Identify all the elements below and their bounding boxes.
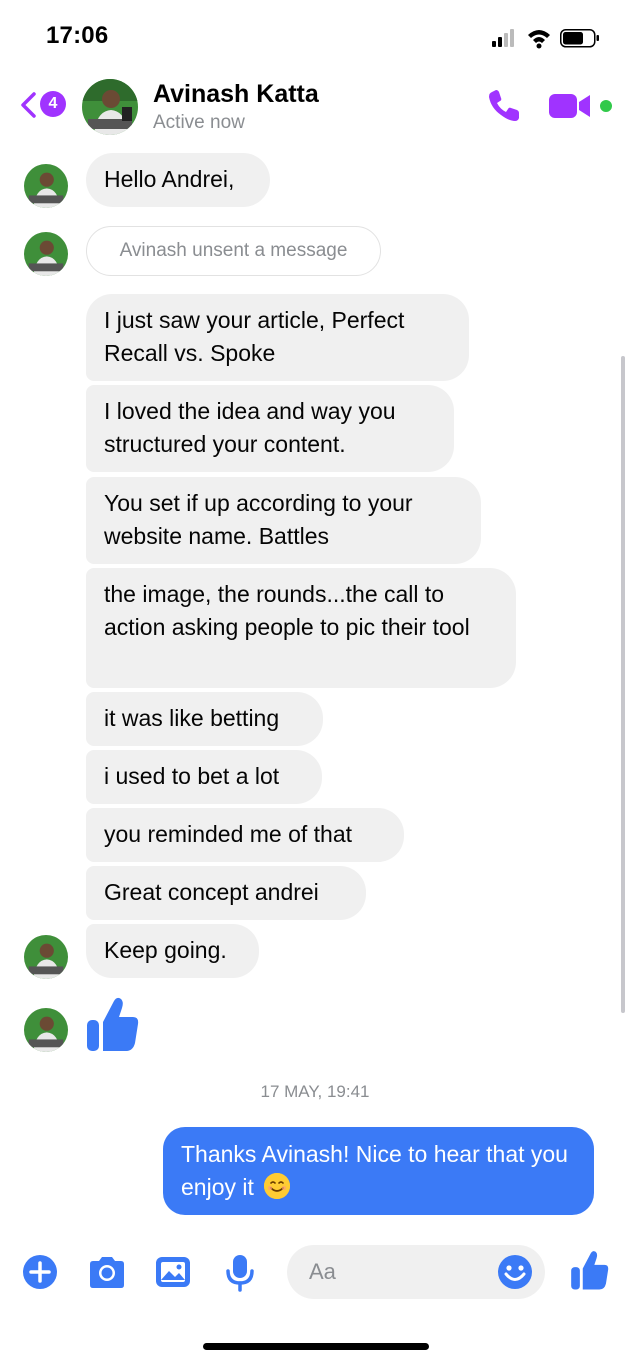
smiley-icon (498, 1255, 532, 1289)
message-timestamp: 17 MAY, 19:41 (260, 1082, 370, 1101)
received-message[interactable]: You set if up according to your website … (86, 477, 481, 564)
cellular-signal-icon (492, 29, 514, 47)
sender-avatar[interactable] (24, 164, 68, 208)
scrollbar[interactable] (621, 356, 625, 1013)
send-like-button[interactable] (570, 1249, 614, 1293)
received-message[interactable]: the image, the rounds...the call to acti… (86, 568, 516, 688)
unsent-message-notice: Avinash unsent a message (86, 226, 381, 276)
thumbs-up-icon (87, 997, 139, 1051)
received-message[interactable]: Hello Andrei, (86, 153, 270, 207)
sender-avatar[interactable] (24, 935, 68, 979)
voice-message-button[interactable] (220, 1252, 260, 1292)
received-message[interactable]: Great concept andrei (86, 866, 366, 920)
back-button[interactable]: 4 (18, 86, 72, 126)
received-message[interactable]: i used to bet a lot (86, 750, 322, 804)
contact-active-status: Active now (153, 112, 245, 133)
unread-count-badge: 4 (40, 91, 66, 117)
sender-avatar[interactable] (24, 1008, 68, 1052)
sent-message-text: Thanks Avinash! Nice to hear that you en… (181, 1141, 568, 1200)
status-icons (492, 27, 602, 49)
battery-icon (560, 29, 599, 48)
voice-call-button[interactable] (484, 86, 524, 126)
sender-avatar[interactable] (24, 232, 68, 276)
phone-icon (489, 90, 519, 121)
thumbs-up-message[interactable] (86, 995, 140, 1053)
more-actions-button[interactable] (21, 1252, 61, 1292)
video-call-button[interactable] (546, 90, 616, 124)
contact-avatar[interactable] (82, 79, 138, 135)
received-message[interactable]: you reminded me of that (86, 808, 404, 862)
microphone-icon (226, 1255, 254, 1292)
emoji-button[interactable] (497, 1254, 533, 1290)
thumbs-up-icon (571, 1251, 609, 1290)
image-icon (156, 1257, 190, 1287)
chevron-left-icon (21, 92, 36, 118)
online-indicator (598, 98, 614, 114)
status-time: 17:06 (46, 22, 109, 49)
received-message[interactable]: Keep going. (86, 924, 259, 978)
gallery-button[interactable] (153, 1252, 193, 1292)
sent-message[interactable]: Thanks Avinash! Nice to hear that you en… (163, 1127, 594, 1215)
received-message[interactable]: I just saw your article, Perfect Recall … (86, 294, 469, 381)
message-input[interactable] (309, 1259, 479, 1285)
contact-name[interactable]: Avinash Katta (153, 80, 319, 109)
wifi-icon (528, 30, 550, 49)
camera-button[interactable] (86, 1252, 126, 1292)
received-message[interactable]: it was like betting (86, 692, 323, 746)
home-indicator[interactable] (203, 1343, 429, 1350)
smiling-face-emoji-icon (264, 1173, 291, 1199)
video-camera-icon (549, 94, 590, 118)
camera-icon (90, 1257, 124, 1288)
plus-circle-icon (23, 1255, 57, 1289)
message-input-field[interactable] (287, 1245, 545, 1299)
received-message[interactable]: I loved the idea and way you structured … (86, 385, 454, 472)
